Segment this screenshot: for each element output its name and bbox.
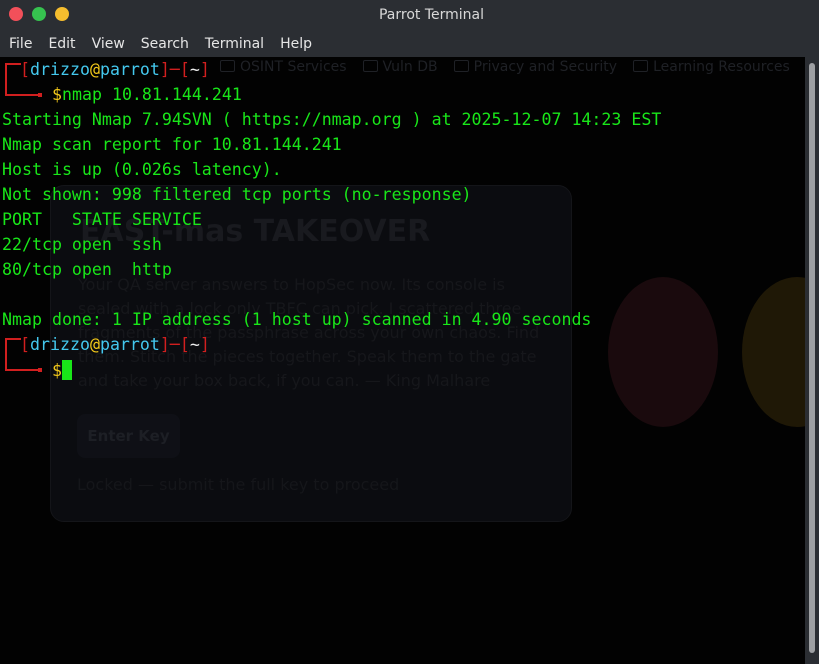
prompt-at-2: @ [89, 335, 100, 354]
bookmark-vulndb: Vuln DB [363, 59, 438, 75]
prompt-cwd-2: ~ [189, 335, 200, 354]
bookmark-osint: OSINT Services [220, 59, 347, 75]
prompt-tree-end [38, 93, 42, 97]
prompt-cwd: ~ [189, 60, 200, 79]
menu-view[interactable]: View [92, 36, 125, 52]
prompt-dollar: $ [52, 85, 62, 104]
background-egg-gold [742, 277, 805, 427]
bookmarks-bar: OSINT Services Vuln DB Privacy and Secur… [220, 59, 790, 75]
prompt-tree-line [5, 63, 7, 95]
vertical-scrollbar[interactable] [805, 57, 819, 664]
prompt-tree-line-2 [5, 338, 7, 370]
background-egg-red [608, 277, 718, 427]
prompt-header-1: [drizzo@parrot]─[~] [20, 60, 210, 79]
menu-search[interactable]: Search [141, 36, 189, 52]
menu-edit[interactable]: Edit [48, 36, 75, 52]
prompt-dollar-2: $ [52, 361, 62, 380]
terminal-view[interactable]: OSINT Services Vuln DB Privacy and Secur… [0, 57, 805, 664]
output-line-9: Nmap done: 1 IP address (1 host up) scan… [2, 310, 592, 329]
output-line-3: Host is up (0.026s latency). [2, 160, 282, 179]
prompt-user: drizzo [30, 60, 90, 79]
output-line-6: 22/tcp open ssh [2, 235, 162, 254]
scrollbar-thumb[interactable] [809, 63, 815, 653]
prompt-header-2: [drizzo@parrot]─[~] [20, 335, 210, 354]
menu-file[interactable]: File [9, 36, 32, 52]
output-line-1: Starting Nmap 7.94SVN ( https://nmap.org… [2, 110, 662, 129]
prompt-tree-top-2 [5, 338, 21, 340]
bookmark-learning: Learning Resources [633, 59, 790, 75]
background-enter-key-button: Enter Key [77, 414, 180, 458]
prompt-at: @ [89, 60, 100, 79]
prompt-user-2: drizzo [30, 335, 90, 354]
prompt-tree-top [5, 63, 21, 65]
prompt-tree-bottom-2 [5, 369, 39, 371]
background-status-text: Locked — submit the full key to proceed [77, 475, 400, 494]
output-line-2: Nmap scan report for 10.81.144.241 [2, 135, 342, 154]
prompt-tree-bottom [5, 94, 39, 96]
window-title: Parrot Terminal [378, 7, 485, 23]
menu-help[interactable]: Help [280, 36, 312, 52]
command-text: nmap 10.81.144.241 [62, 85, 242, 104]
menu-terminal[interactable]: Terminal [205, 36, 264, 52]
current-input-line[interactable]: $ [52, 360, 72, 381]
output-line-7: 80/tcp open http [2, 260, 172, 279]
bookmark-privacy: Privacy and Security [454, 59, 617, 75]
command-line: $nmap 10.81.144.241 [52, 85, 242, 105]
title-bar: Parrot Terminal [0, 0, 819, 30]
menu-bar: File Edit View Search Terminal Help [0, 30, 819, 57]
prompt-host: parrot [99, 60, 160, 79]
output-line-4: Not shown: 998 filtered tcp ports (no-re… [2, 185, 472, 204]
background-card-text: Your QA server answers to HopSec now. It… [78, 275, 540, 390]
prompt-tree-end-2 [38, 368, 42, 372]
output-line-5: PORT STATE SERVICE [2, 210, 202, 229]
prompt-host-2: parrot [99, 335, 160, 354]
text-cursor [62, 360, 72, 380]
